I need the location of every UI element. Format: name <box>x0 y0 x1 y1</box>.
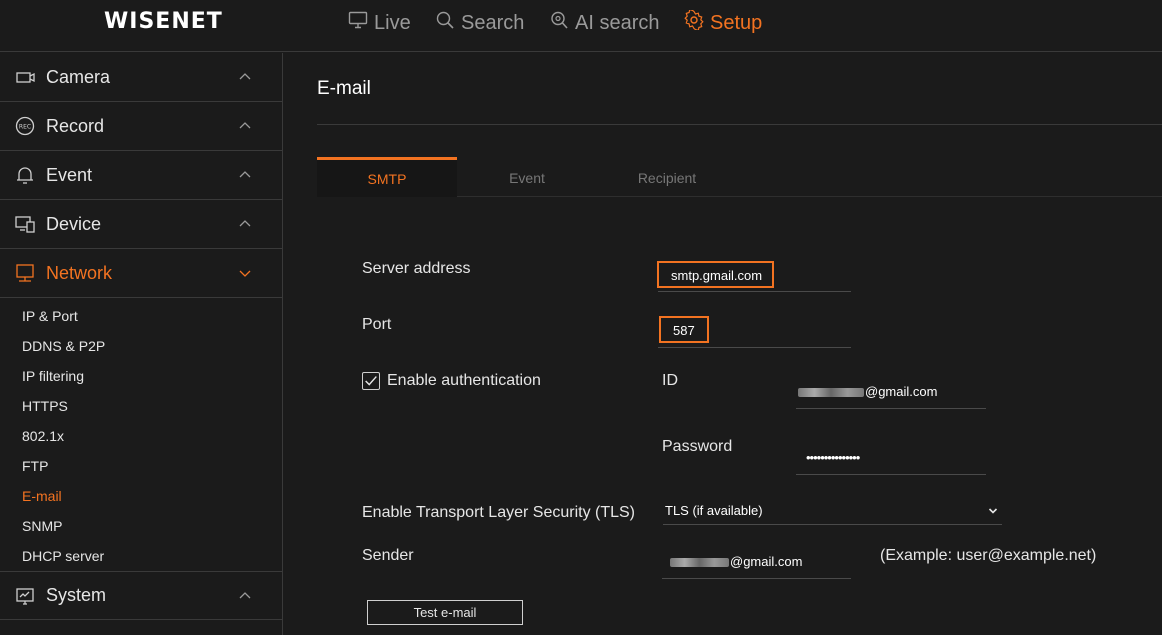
redacted-blur <box>798 388 864 398</box>
sidebar-section-system[interactable]: System <box>0 571 282 620</box>
password-value: ••••••••••••••• <box>806 450 860 465</box>
sidebar-item-ip-filtering[interactable]: IP filtering <box>0 361 282 391</box>
sidebar-item-8021x[interactable]: 802.1x <box>0 421 282 451</box>
chevron-up-icon <box>239 171 251 178</box>
nav-search[interactable]: Search <box>435 10 524 36</box>
sidebar-item-email[interactable]: E-mail <box>0 481 282 511</box>
network-icon <box>14 262 36 284</box>
monitor-icon <box>348 10 368 36</box>
id-label: ID <box>662 372 678 389</box>
sidebar-section-label: Camera <box>46 66 111 87</box>
sidebar: Camera REC Record Event Device Network I… <box>0 53 283 635</box>
camera-icon <box>14 66 36 88</box>
nav-setup[interactable]: Setup <box>684 8 763 36</box>
sender-label: Sender <box>362 547 414 564</box>
sender-value: @gmail.com <box>670 554 802 569</box>
tls-select[interactable]: TLS (if available) <box>663 499 1002 525</box>
nav-ai-search[interactable]: AI search <box>549 10 659 36</box>
brand-logo: WISENET <box>104 9 223 34</box>
sidebar-item-ftp[interactable]: FTP <box>0 451 282 481</box>
nav-ai-search-label: AI search <box>575 11 660 34</box>
tab-smtp[interactable]: SMTP <box>317 157 457 197</box>
tab-recipient[interactable]: Recipient <box>597 157 737 197</box>
tls-label: Enable Transport Layer Security (TLS) <box>362 504 636 521</box>
device-icon <box>14 213 36 235</box>
sidebar-section-network[interactable]: Network <box>0 249 282 298</box>
sidebar-item-ip-port[interactable]: IP & Port <box>0 301 282 331</box>
chevron-up-icon <box>239 220 251 227</box>
tab-event[interactable]: Event <box>457 157 597 197</box>
sidebar-section-label: Device <box>46 213 102 234</box>
server-address-label: Server address <box>362 260 471 277</box>
chevron-up-icon <box>239 122 251 129</box>
redacted-blur <box>670 558 729 568</box>
tab-bar: SMTP Event Recipient <box>317 157 1162 197</box>
chevron-up-icon <box>239 73 251 80</box>
sidebar-item-snmp[interactable]: SNMP <box>0 511 282 541</box>
gear-icon <box>684 8 704 36</box>
sidebar-section-camera[interactable]: Camera <box>0 53 282 102</box>
test-email-button[interactable]: Test e-mail <box>367 600 523 625</box>
sidebar-item-https[interactable]: HTTPS <box>0 391 282 421</box>
nav-live-label: Live <box>374 11 411 34</box>
sidebar-section-record[interactable]: REC Record <box>0 102 282 151</box>
chevron-up-icon <box>239 592 251 599</box>
port-label: Port <box>362 316 392 333</box>
server-address-input[interactable]: smtp.gmail.com <box>657 261 774 288</box>
sidebar-section-label: Event <box>46 164 93 185</box>
sender-value-domain: @gmail.com <box>730 554 803 569</box>
network-submenu: IP & Port DDNS & P2P IP filtering HTTPS … <box>0 298 282 571</box>
sidebar-item-dhcp-server[interactable]: DHCP server <box>0 541 282 571</box>
ai-search-icon <box>549 10 569 36</box>
sidebar-section-label: System <box>46 585 107 605</box>
title-divider <box>317 124 1162 125</box>
sidebar-section-device[interactable]: Device <box>0 200 282 249</box>
chevron-down-icon <box>988 508 998 514</box>
sidebar-section-label: Record <box>46 115 105 136</box>
svg-text:REC: REC <box>19 124 31 131</box>
password-label: Password <box>662 438 733 455</box>
sidebar-section-label: Network <box>46 262 113 283</box>
nav-setup-label: Setup <box>710 11 763 34</box>
checkmark-icon <box>365 376 377 386</box>
nav-search-label: Search <box>461 11 525 34</box>
search-icon <box>435 10 455 36</box>
port-input[interactable]: 587 <box>659 316 709 343</box>
id-value: @gmail.com <box>798 384 937 399</box>
tls-selected-value: TLS (if available) <box>665 503 763 518</box>
top-bar: WISENET Live Search AI search Setup <box>0 0 1162 52</box>
auth-checkbox[interactable] <box>362 372 380 390</box>
nav-live[interactable]: Live <box>348 10 411 36</box>
chevron-down-icon <box>239 270 251 277</box>
main-content: E-mail SMTP Event Recipient Server addre… <box>284 53 1162 635</box>
auth-label: Enable authentication <box>387 372 541 389</box>
sender-example-hint: (Example: user@example.net) <box>880 547 1097 564</box>
sidebar-section-event[interactable]: Event <box>0 151 282 200</box>
system-icon <box>14 585 36 607</box>
rec-icon: REC <box>14 115 36 137</box>
sidebar-item-ddns-p2p[interactable]: DDNS & P2P <box>0 331 282 361</box>
id-value-domain: @gmail.com <box>865 384 938 399</box>
page-title: E-mail <box>317 78 371 99</box>
bell-icon <box>14 164 36 186</box>
